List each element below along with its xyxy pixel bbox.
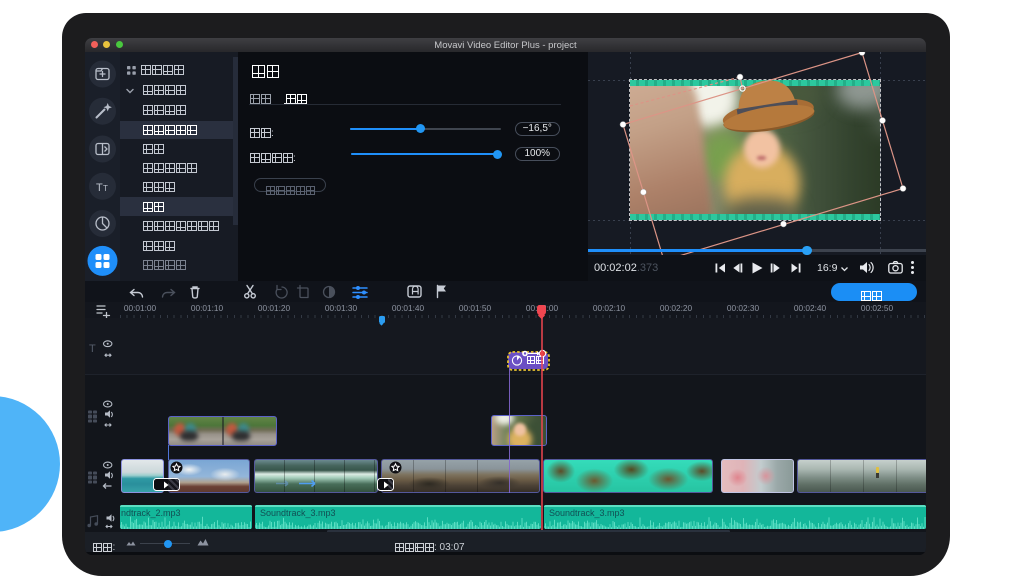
svg-text:00:01:00: 00:01:00 — [124, 303, 157, 313]
svg-text:T: T — [96, 182, 103, 194]
svg-text:00:02:50: 00:02:50 — [861, 303, 894, 313]
svg-text:00:02:10: 00:02:10 — [593, 303, 626, 313]
svg-text:T: T — [103, 184, 108, 193]
svg-text:00:01:50: 00:01:50 — [459, 303, 492, 313]
svg-text:00:01:40: 00:01:40 — [392, 303, 425, 313]
svg-text:00:01:30: 00:01:30 — [325, 303, 358, 313]
svg-text:00:02:30: 00:02:30 — [727, 303, 760, 313]
svg-text:00:02:40: 00:02:40 — [794, 303, 827, 313]
svg-text:00:01:20: 00:01:20 — [258, 303, 291, 313]
svg-text:00:02:20: 00:02:20 — [660, 303, 693, 313]
svg-text:00:01:10: 00:01:10 — [191, 303, 224, 313]
svg-text:T: T — [89, 343, 96, 355]
